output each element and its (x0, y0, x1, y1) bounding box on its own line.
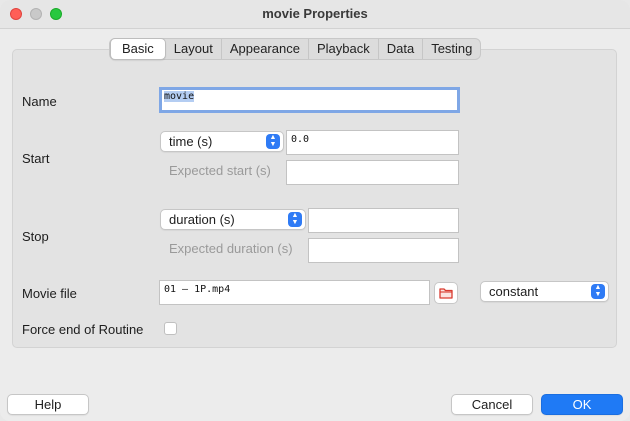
tab-data[interactable]: Data (377, 39, 422, 59)
up-down-chevrons-icon: ▲ ▼ (266, 134, 280, 149)
expected-start-label: Expected start (s) (169, 163, 271, 178)
properties-window: movie Properties Basic Layout Appearance… (0, 0, 630, 421)
tab-appearance[interactable]: Appearance (220, 39, 308, 59)
tab-playback[interactable]: Playback (307, 39, 378, 59)
force-end-label: Force end of Routine (22, 322, 144, 337)
expected-duration-field[interactable] (308, 238, 459, 263)
stop-label: Stop (22, 229, 49, 244)
movie-file-field[interactable]: 01 – 1P.mp4 (159, 280, 430, 305)
browse-button[interactable] (434, 282, 458, 304)
cancel-button[interactable]: Cancel (451, 394, 533, 415)
start-type-value: time (s) (169, 134, 213, 149)
movie-update-value: constant (489, 284, 539, 299)
name-label: Name (22, 94, 57, 109)
expected-duration-label: Expected duration (s) (169, 241, 293, 256)
up-down-chevrons-icon: ▲ ▼ (591, 284, 605, 299)
movie-file-label: Movie file (22, 286, 77, 301)
ok-button[interactable]: OK (541, 394, 623, 415)
title-bar: movie Properties (0, 0, 630, 29)
tab-layout[interactable]: Layout (166, 39, 221, 59)
window-title: movie Properties (262, 6, 368, 21)
movie-update-select[interactable]: constant ▲ ▼ (480, 281, 609, 302)
stop-value-field[interactable] (308, 208, 459, 233)
force-end-checkbox[interactable] (164, 322, 177, 335)
expected-start-field[interactable] (286, 160, 459, 185)
tab-basic[interactable]: Basic (110, 38, 166, 60)
folder-icon (439, 288, 453, 299)
up-down-chevrons-icon: ▲ ▼ (288, 212, 302, 227)
start-value-field[interactable]: 0.0 (286, 130, 459, 155)
start-type-select[interactable]: time (s) ▲ ▼ (160, 131, 284, 152)
stop-type-select[interactable]: duration (s) ▲ ▼ (160, 209, 306, 230)
name-value: movie (164, 91, 195, 102)
tab-testing[interactable]: Testing (422, 39, 480, 59)
tab-bar: Basic Layout Appearance Playback Data Te… (109, 38, 482, 60)
start-label: Start (22, 151, 50, 166)
help-button[interactable]: Help (7, 394, 89, 415)
stop-type-value: duration (s) (169, 212, 235, 227)
name-field[interactable]: movie (159, 87, 460, 113)
